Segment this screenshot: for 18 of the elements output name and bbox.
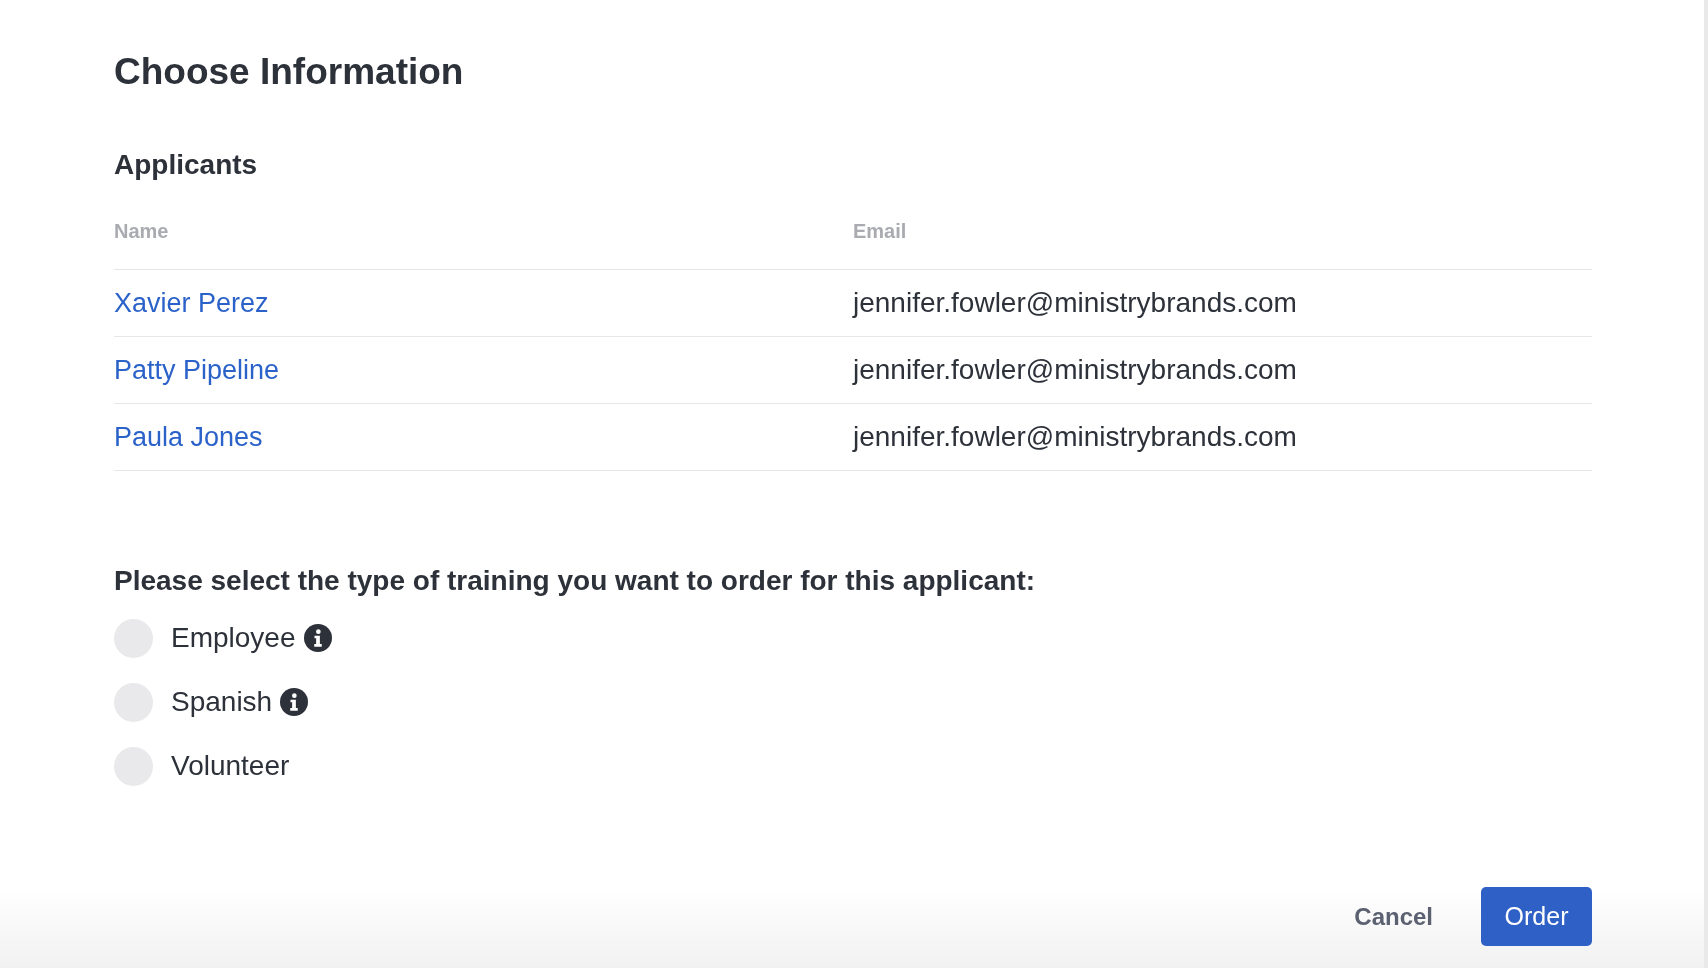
option-label: Volunteer [171, 750, 290, 782]
info-icon[interactable] [280, 688, 309, 716]
email-cell: jennifer.fowler@ministrybrands.com [853, 421, 1297, 452]
applicant-name-link[interactable]: Patty Pipeline [114, 355, 280, 385]
order-button[interactable]: Order [1481, 887, 1592, 946]
column-header: Email [853, 220, 907, 242]
info-icon[interactable] [303, 624, 332, 652]
option-label: Employee [171, 622, 296, 654]
email-cell: jennifer.fowler@ministrybrands.com [853, 354, 1297, 385]
cancel-button[interactable]: Cancel [1344, 887, 1443, 946]
dialog-title: Choose Information [114, 51, 464, 93]
column-header: Name [114, 220, 169, 242]
option-label: Spanish [171, 686, 273, 718]
section-heading: Applicants [114, 149, 258, 181]
applicant-name-link[interactable]: Xavier Perez [114, 288, 269, 318]
email-cell: jennifer.fowler@ministrybrands.com [853, 287, 1297, 318]
applicant-name-link[interactable]: Paula Jones [114, 422, 263, 452]
question-text: Please select the type of training you want to order for this applicant: [114, 565, 1036, 597]
